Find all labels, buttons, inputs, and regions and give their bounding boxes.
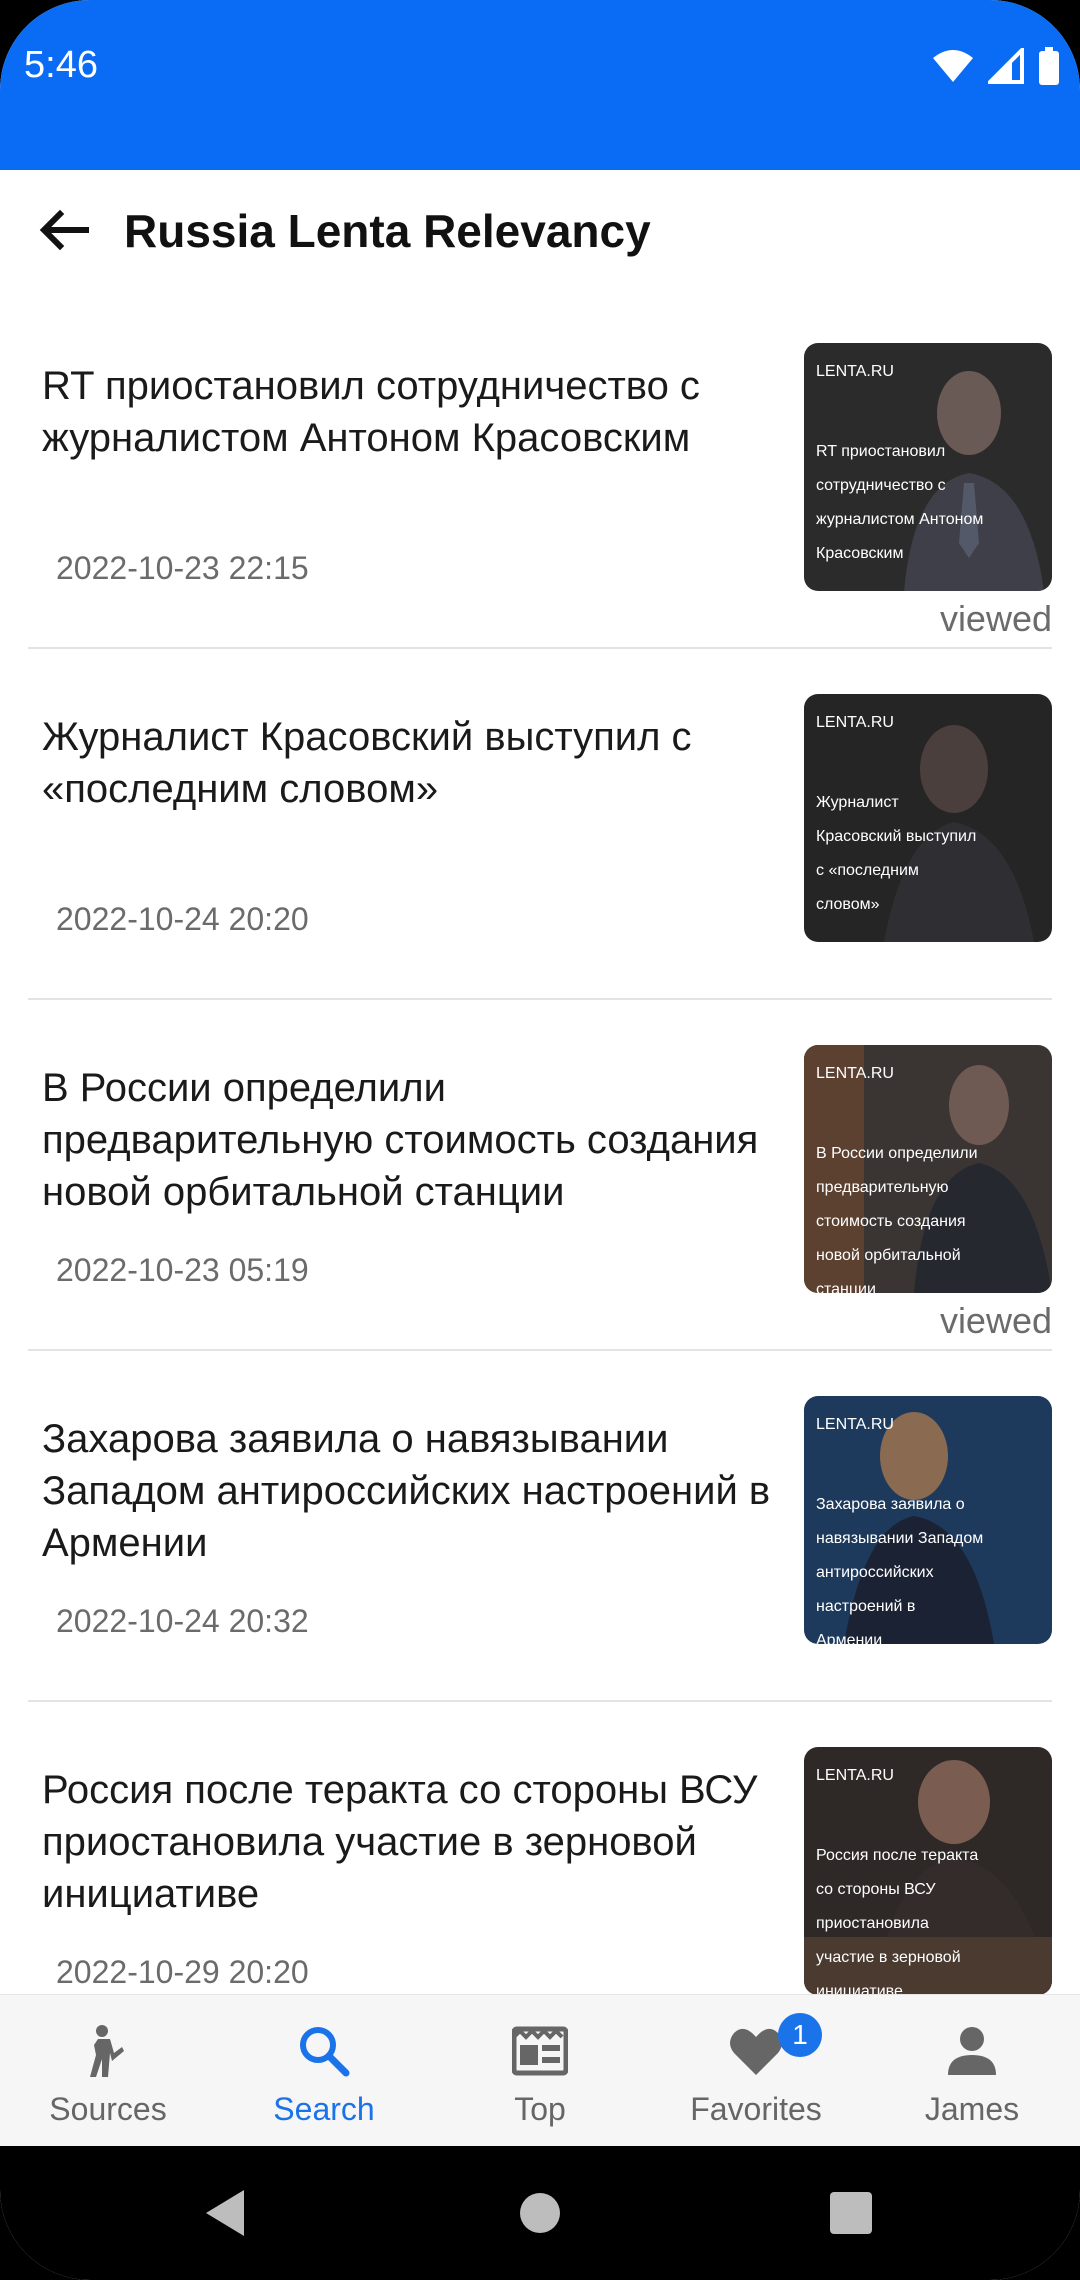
thumb-caption: Россия после теракта со стороны ВСУ прио… [816,1847,979,1994]
nav-label: Favorites [690,2091,822,2127]
nav-item-sources[interactable]: Sources [0,1995,216,2147]
thumb-caption: RT приостановил сотрудничество с журнали… [816,443,984,562]
article-thumbnail: LENTA.RU RT приостановил сотрудничество … [804,343,1052,591]
article-date: 2022-10-23 05:19 [56,1252,309,1288]
thumb-logo: LENTA.RU [816,1416,894,1433]
article-date: 2022-10-24 20:32 [56,1603,309,1639]
bottom-navigation: Sources Search Top 1 Favorites James [0,1994,1080,2147]
article-title: Журналист Красовский выступил с «последн… [42,715,692,811]
thumb-caption: Захарова заявила о навязывании Западом а… [816,1496,984,1644]
article-item[interactable]: Россия после теракта со стороны ВСУ прио… [0,1702,1080,1994]
article-title: В России определили предварительную стои… [42,1066,759,1214]
article-thumbnail: LENTA.RU Журналист Красовский выступил с… [804,694,1052,942]
nav-item-top[interactable]: Top [432,1995,648,2147]
article-item[interactable]: В России определили предварительную стои… [0,1000,1080,1351]
thumb-logo: LENTA.RU [816,1065,894,1082]
nav-item-favorites[interactable]: 1 Favorites [648,1995,864,2147]
nav-item-search[interactable]: Search [216,1995,432,2147]
signal-icon [988,48,1024,84]
nav-label: Search [273,2091,375,2127]
newspaper-icon [512,2026,568,2076]
system-navigation-bar [0,2146,1080,2280]
article-thumbnail: LENTA.RU Захарова заявила о навязывании … [804,1396,1052,1644]
article-thumbnail: LENTA.RU Россия после теракта со стороны… [804,1747,1052,1994]
article-date: 2022-10-29 20:20 [56,1954,309,1990]
article-date: 2022-10-24 20:20 [56,901,309,937]
nav-label: James [924,2091,1020,2127]
article-title: Россия после теракта со стороны ВСУ прио… [42,1768,758,1916]
phone-screen: 5:46 Russia Lenta Relevancy RT приостано… [0,0,1080,2280]
thumb-logo: LENTA.RU [816,363,894,380]
article-list[interactable]: RT приостановил сотрудничество с журнали… [0,298,1080,1994]
nav-item-james[interactable]: James [864,1995,1080,2147]
thumb-caption: Журналист Красовский выступил с «последн… [816,794,977,913]
article-item[interactable]: RT приостановил сотрудничество с журнали… [0,298,1080,649]
back-triangle-icon[interactable] [200,2186,254,2240]
article-title: RT приостановил сотрудничество с журнали… [42,364,700,460]
back-button[interactable] [30,200,94,264]
article-item[interactable]: Журналист Красовский выступил с «последн… [0,649,1080,1000]
viewed-label: viewed [939,598,1052,639]
status-icons [932,46,1060,86]
search-icon [300,2027,350,2077]
thumb-logo: LENTA.RU [816,714,894,731]
article-title: Захарова заявила о навязывании Западом а… [42,1417,771,1565]
nav-label: Top [514,2091,566,2127]
nav-label: Sources [49,2091,167,2127]
account-icon [948,2027,996,2075]
heart-icon [730,2028,782,2075]
article-date: 2022-10-23 22:15 [56,550,309,586]
article-thumbnail: LENTA.RU В России определили предварител… [804,1045,1052,1293]
thumb-caption: В России определили предварительную стои… [816,1145,978,1293]
wifi-icon [933,50,973,82]
status-bar: 5:46 [0,0,1080,170]
favorites-badge: 1 [778,2013,822,2057]
viewed-label: viewed [939,1300,1052,1341]
thumb-logo: LENTA.RU [816,1767,894,1784]
article-item[interactable]: Захарова заявила о навязывании Западом а… [0,1351,1080,1702]
app-bar: Russia Lenta Relevancy [0,170,1080,298]
page-title: Russia Lenta Relevancy [124,205,651,257]
status-time: 5:46 [24,44,98,86]
battery-icon [1039,47,1059,85]
home-circle-icon[interactable] [513,2186,567,2240]
recents-square-icon[interactable] [824,2186,878,2240]
person-walking-icon [90,2025,124,2077]
arrow-back-icon [39,209,89,251]
